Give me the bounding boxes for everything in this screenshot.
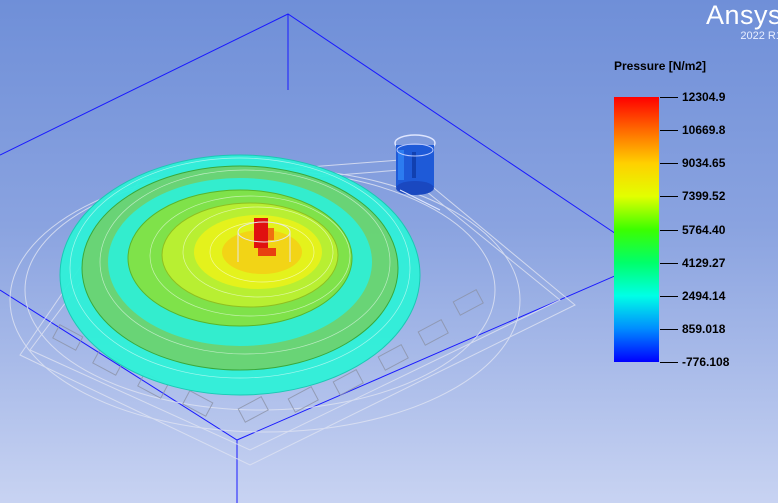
brand-name: Ansys — [705, 0, 778, 30]
legend-level-label: 10669.8 — [682, 123, 726, 138]
pressure-colorbar — [614, 97, 659, 362]
brand-version: 2022 R1 — [740, 30, 778, 42]
legend-tick-0 — [660, 97, 678, 98]
legend-level-label: 859.018 — [682, 321, 726, 336]
legend-level-label: 2494.14 — [682, 288, 726, 303]
legend-tick-5 — [660, 262, 678, 264]
legend-title: Pressure [N/m2] — [614, 59, 707, 73]
legend-tick-7 — [660, 328, 678, 330]
legend-level-label: 4129.27 — [682, 255, 726, 270]
legend-level-label: -776.108 — [682, 355, 730, 369]
legend-level-label: 12304.9 — [682, 90, 726, 104]
legend-ticks: 12304.9 10669.8 9034.65 7399.52 5764.40 4129.… — [660, 90, 760, 369]
outlet-cup — [394, 134, 441, 211]
legend-tick-3 — [660, 196, 678, 198]
legend-tick-2 — [660, 163, 678, 165]
graphics-viewport[interactable]: Ansys 2022 R1 Pressure [N/m2] 12304.9 106… — [0, 0, 778, 503]
legend-tick-6 — [660, 295, 678, 297]
legend-level-label: 7399.52 — [682, 189, 726, 204]
brand: Ansys 2022 R1 — [706, 0, 778, 42]
legend-level-label: 5764.40 — [682, 222, 726, 237]
legend-tick-8 — [660, 362, 678, 363]
legend-level-label: 9034.65 — [682, 156, 726, 171]
legend-tick-1 — [660, 130, 678, 132]
outer-ring — [59, 154, 421, 396]
legend-tick-4 — [660, 229, 678, 231]
